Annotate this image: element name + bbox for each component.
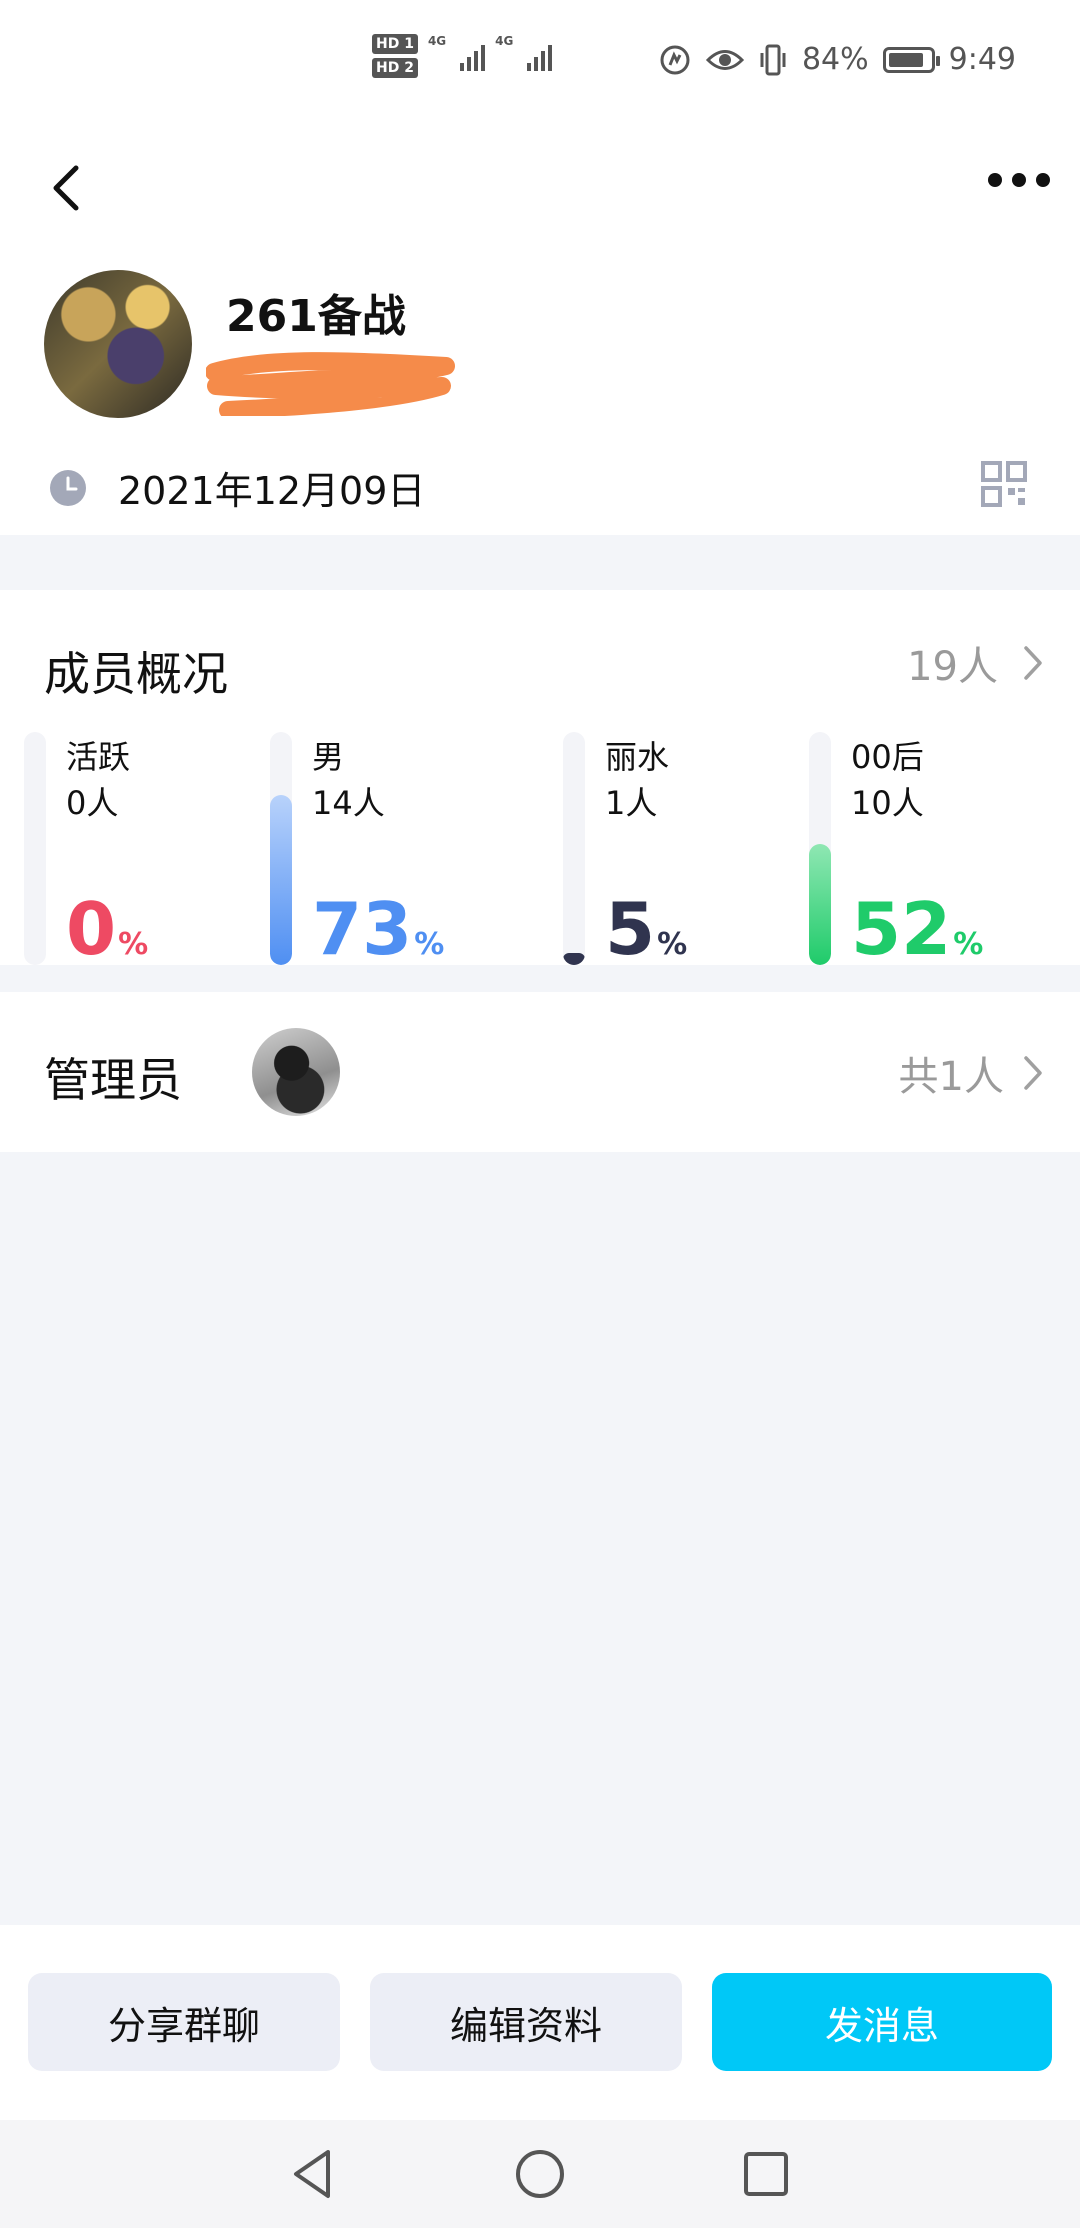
stat-bar-fill [809, 844, 831, 965]
stat-bar-track [270, 732, 292, 965]
data-saver-icon [660, 45, 690, 74]
chevron-right-icon [1024, 1056, 1042, 1090]
qr-code-icon[interactable] [980, 460, 1028, 508]
eye-icon [705, 49, 744, 70]
group-name: 261备战 [226, 291, 406, 342]
stat-count: 14人 [312, 784, 385, 822]
hd2-badge: HD 2 [372, 58, 418, 78]
nav-back-icon[interactable] [284, 2144, 344, 2204]
stat-bar-track [563, 732, 585, 965]
members-overview[interactable]: 成员概况 19人 活跃 0人 0% 男 14人 73% 丽水 1人 5% 00后… [0, 590, 1080, 965]
stat-percent-value: 73 [312, 887, 413, 971]
stat-bar-fill [563, 953, 585, 965]
stat-percent: 0% [66, 893, 148, 965]
signal-icon-1 [460, 41, 486, 71]
created-date: 2021年12月09日 [118, 469, 426, 513]
stat-label: 男 [312, 738, 345, 776]
hd1-badge: HD 1 [372, 34, 418, 54]
vibrate-icon [760, 44, 786, 75]
network-type-2: 4G [495, 34, 514, 48]
stat-percent-symbol: % [118, 927, 149, 962]
stat-label: 活跃 [66, 738, 131, 776]
system-nav-bar [0, 2120, 1080, 2228]
stat-bar-fill [270, 795, 292, 965]
hd-badges: HD 1 HD 2 [372, 34, 418, 78]
stat-count: 10人 [851, 784, 924, 822]
chevron-right-icon [1024, 646, 1042, 680]
clock-time: 9:49 [948, 42, 1016, 77]
stat-label: 丽水 [605, 738, 670, 776]
stat-percent-value: 0 [66, 887, 117, 971]
admins-count: 共1人 [898, 1054, 1004, 1100]
stat-percent: 73% [312, 893, 444, 965]
group-header: 261备战 2021年12月09日 [0, 130, 1080, 535]
members-total-link[interactable]: 19人 [907, 634, 1044, 692]
status-bar: HD 1 HD 2 4G 4G 84% 9:49 [0, 0, 1080, 130]
stat-bar-track [809, 732, 831, 965]
stat-count: 1人 [605, 784, 658, 822]
clock-icon [50, 469, 86, 506]
stat-percent-symbol: % [414, 927, 445, 962]
network-type-1: 4G [427, 34, 447, 48]
stat-percent: 52% [851, 893, 983, 965]
nav-home-icon[interactable] [510, 2144, 570, 2204]
action-bar: 分享群聊 编辑资料 发消息 [0, 1925, 1080, 2120]
send-message-button[interactable]: 发消息 [712, 1973, 1052, 2071]
admins-title: 管理员 [44, 1053, 182, 1107]
battery-level [888, 52, 923, 67]
group-avatar[interactable] [44, 270, 192, 418]
stat-count: 0人 [66, 784, 119, 822]
stat-percent-symbol: % [953, 927, 984, 962]
redaction-scribble [206, 352, 455, 416]
edit-profile-button[interactable]: 编辑资料 [370, 1973, 682, 2071]
battery-icon [882, 46, 940, 73]
stat-percent-symbol: % [657, 927, 688, 962]
nav-recents-icon[interactable] [736, 2144, 796, 2204]
sim-indicators: HD 1 HD 2 4G 4G [372, 34, 553, 78]
share-group-button[interactable]: 分享群聊 [28, 1973, 340, 2071]
back-icon[interactable] [46, 148, 86, 228]
members-total: 19人 [907, 644, 998, 690]
status-right: 84% 9:49 [658, 42, 1016, 77]
stat-percent-value: 52 [851, 887, 952, 971]
battery-percent: 84% [801, 42, 869, 77]
stat-percent-value: 5 [605, 887, 656, 971]
admin-avatar[interactable] [252, 1028, 340, 1116]
stat-label: 00后 [851, 738, 924, 776]
signal-icon-2 [527, 41, 553, 71]
admins-count-link[interactable]: 共1人 [899, 1044, 1044, 1102]
more-icon[interactable] [988, 160, 1052, 200]
admins-row[interactable]: 管理员 共1人 [0, 992, 1080, 1152]
created-date-row: 2021年12月09日 [48, 460, 425, 515]
stat-bar-track [24, 732, 46, 965]
stat-percent: 5% [605, 893, 687, 965]
members-title: 成员概况 [44, 647, 228, 701]
